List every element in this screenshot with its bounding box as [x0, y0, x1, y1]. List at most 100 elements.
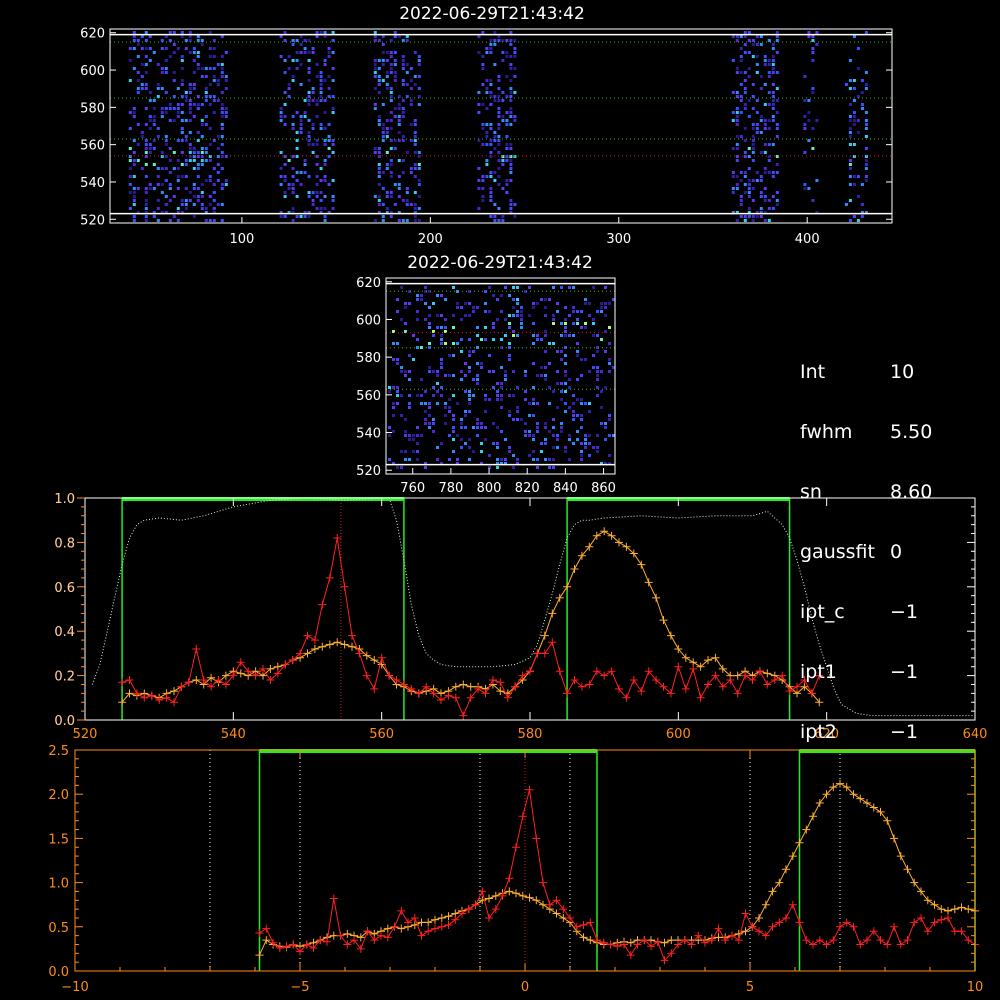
map-pixel [456, 402, 459, 405]
map-pixel [389, 55, 393, 58]
map-pixel [279, 151, 283, 154]
map-pixel [747, 51, 751, 54]
map-pixel [504, 318, 507, 321]
map-pixel [743, 191, 747, 194]
map-pixel [528, 314, 531, 317]
map-pixel [468, 398, 471, 401]
map-pixel [460, 446, 463, 449]
map-pixel [393, 31, 397, 34]
map-pixel [204, 207, 208, 210]
white-y-tick-label: 0.4 [54, 625, 75, 640]
map-pixel [392, 402, 395, 405]
map-pixel [416, 442, 419, 445]
map-pixel [408, 406, 411, 409]
map-pixel [188, 35, 192, 38]
map-pixel [747, 39, 751, 42]
map-pixel [416, 298, 419, 301]
map-pixel [200, 39, 204, 42]
map-pixel [509, 179, 513, 182]
map-pixel [497, 123, 501, 126]
x-tick-label: 600 [666, 727, 691, 742]
map-pixel [468, 314, 471, 317]
map-pixel [592, 446, 595, 449]
map-pixel [404, 374, 407, 377]
map-pixel [815, 31, 819, 34]
map-pixel [428, 422, 431, 425]
map-pixel [144, 163, 148, 166]
map-pixel [319, 127, 323, 130]
map-pixel [444, 298, 447, 301]
map-pixel [771, 59, 775, 62]
map-pixel [397, 175, 401, 178]
map-pixel [188, 31, 192, 34]
map-pixel [331, 199, 335, 202]
map-pixel [315, 99, 319, 102]
map-pixel [592, 366, 595, 369]
map-pixel [751, 107, 755, 110]
map-pixel [373, 39, 377, 42]
map-pixel [283, 175, 287, 178]
map-pixel [311, 87, 315, 90]
map-pixel [755, 35, 759, 38]
map-pixel [128, 79, 132, 82]
map-pixel [200, 183, 204, 186]
map-pixel [860, 79, 864, 82]
map-pixel [584, 322, 587, 325]
map-pixel [509, 159, 513, 162]
map-pixel [564, 374, 567, 377]
map-pixel [568, 314, 571, 317]
map-pixel [532, 322, 535, 325]
map-pixel [807, 119, 811, 122]
map-pixel [596, 378, 599, 381]
y-tick-label: 540 [80, 176, 105, 191]
map-pixel [509, 67, 513, 70]
map-pixel [485, 163, 489, 166]
map-pixel [208, 47, 212, 50]
map-pixel [485, 107, 489, 110]
map-pixel [739, 35, 743, 38]
map-pixel [544, 366, 547, 369]
map-pixel [220, 151, 224, 154]
map-pixel [180, 79, 184, 82]
map-pixel [584, 402, 587, 405]
map-pixel [771, 67, 775, 70]
map-pixel [735, 39, 739, 42]
map-pixel [505, 135, 509, 138]
map-pixel [860, 91, 864, 94]
map-pixel [488, 398, 491, 401]
map-pixel [497, 75, 501, 78]
map-pixel [164, 203, 168, 206]
map-pixel [767, 143, 771, 146]
map-pixel [497, 183, 501, 186]
map-pixel [767, 127, 771, 130]
map-pixel [323, 79, 327, 82]
map-pixel [295, 179, 299, 182]
map-pixel [568, 458, 571, 461]
map-pixel [464, 374, 467, 377]
map-pixel [436, 402, 439, 405]
map-pixel [413, 167, 417, 170]
map-pixel [444, 402, 447, 405]
map-pixel [291, 219, 295, 222]
map-pixel [311, 51, 315, 54]
map-pixel [323, 99, 327, 102]
map-pixel [319, 199, 323, 202]
map-pixel [408, 370, 411, 373]
map-pixel [456, 302, 459, 305]
map-pixel [413, 175, 417, 178]
map-pixel [596, 394, 599, 397]
map-pixel [528, 434, 531, 437]
map-pixel [731, 191, 735, 194]
map-pixel [220, 135, 224, 138]
map-pixel [389, 215, 393, 218]
map-pixel [327, 55, 331, 58]
map-pixel [548, 298, 551, 301]
map-pixel [283, 91, 287, 94]
map-pixel [460, 438, 463, 441]
map-pixel [731, 111, 735, 114]
x-tick-label: 820 [515, 481, 540, 496]
map-pixel [751, 135, 755, 138]
map-pixel [448, 398, 451, 401]
map-pixel [224, 107, 228, 110]
map-pixel [388, 426, 391, 429]
